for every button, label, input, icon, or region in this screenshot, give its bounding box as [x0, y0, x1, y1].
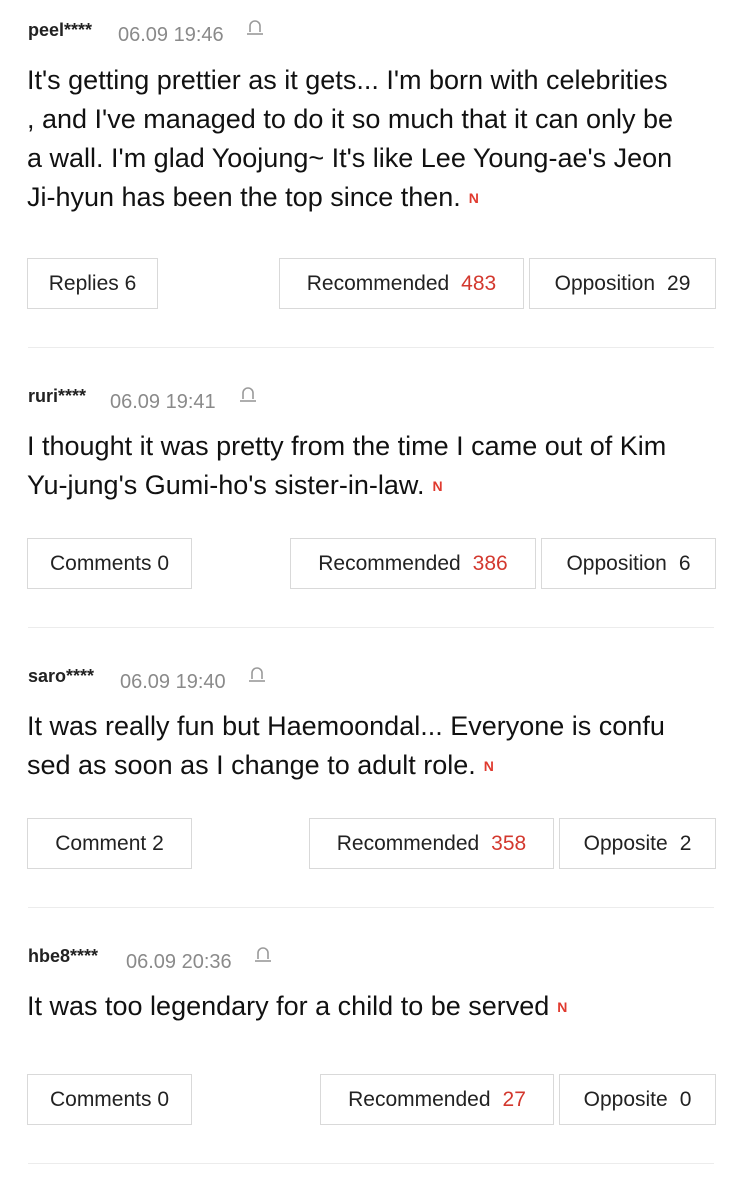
oppose-button[interactable]: Opposite 2 — [559, 818, 716, 869]
oppose-button[interactable]: Opposition 29 — [529, 258, 716, 309]
recommend-label: Recommended — [306, 271, 450, 295]
comment-author[interactable]: saro**** — [28, 666, 94, 687]
comment-line-text: It was too legendary for a child to be s… — [27, 991, 550, 1021]
comment-line: It was too legendary for a child to be s… — [27, 987, 727, 1027]
oppose-label: Opposite — [583, 831, 668, 855]
recommend-label: Recommended — [336, 831, 480, 855]
comment-line: a wall. I'm glad Yoojung~ It's like Lee … — [27, 143, 673, 173]
report-icon[interactable] — [239, 385, 257, 405]
n-badge-icon: N — [468, 190, 479, 206]
comment-line-text: Ji-hyun has been the top since then. — [27, 182, 461, 212]
recommend-label: Recommended — [318, 551, 461, 575]
recommend-count: 27 — [502, 1087, 526, 1111]
recommend-button[interactable]: Recommended 27 — [320, 1074, 554, 1125]
oppose-count: 29 — [667, 271, 691, 295]
divider — [28, 907, 714, 908]
oppose-label: Opposition — [566, 551, 667, 575]
comment-line: , and I've managed to do it so much that… — [27, 104, 674, 134]
n-badge-icon: N — [557, 999, 568, 1015]
recommend-count: 386 — [472, 551, 508, 575]
comment-line: I thought it was pretty from the time I … — [27, 431, 667, 461]
report-icon[interactable] — [254, 945, 272, 965]
recommend-label: Recommended — [348, 1087, 491, 1111]
oppose-count: 0 — [679, 1087, 692, 1111]
replies-button[interactable]: Replies 6 — [27, 258, 158, 309]
comment-author[interactable]: peel**** — [28, 20, 92, 41]
comment-text: It was really fun but Haemoondal... Ever… — [27, 707, 727, 786]
comment-line-text: sed as soon as I change to adult role. — [27, 750, 476, 780]
divider — [28, 627, 714, 628]
comment-line: It was really fun but Haemoondal... Ever… — [27, 711, 665, 741]
comment-author[interactable]: ruri**** — [28, 386, 86, 407]
comment-timestamp: 06.09 20:36 — [126, 951, 232, 973]
report-icon[interactable] — [246, 18, 264, 38]
comment-text: It's getting prettier as it gets... I'm … — [27, 61, 727, 218]
oppose-label: Opposition — [554, 271, 656, 295]
comment-timestamp: 06.09 19:40 — [120, 671, 226, 693]
comment-text: It was too legendary for a child to be s… — [27, 987, 727, 1027]
comment-line: Yu-jung's Gumi-ho's sister-in-law. N — [27, 466, 727, 506]
recommend-button[interactable]: Recommended 358 — [309, 818, 554, 869]
divider — [28, 347, 714, 348]
replies-button[interactable]: Comments 0 — [27, 538, 192, 589]
recommend-button[interactable]: Recommended 386 — [290, 538, 536, 589]
oppose-label: Opposite — [583, 1087, 668, 1111]
comment-line-text: Yu-jung's Gumi-ho's sister-in-law. — [27, 470, 425, 500]
oppose-button[interactable]: Opposition 6 — [541, 538, 716, 589]
n-badge-icon: N — [432, 478, 443, 494]
oppose-count: 2 — [679, 831, 692, 855]
comment-timestamp: 06.09 19:46 — [118, 24, 224, 46]
recommend-button[interactable]: Recommended 483 — [279, 258, 524, 309]
oppose-button[interactable]: Opposite 0 — [559, 1074, 716, 1125]
oppose-count: 6 — [678, 551, 691, 575]
recommend-count: 358 — [491, 831, 527, 855]
recommend-count: 483 — [461, 271, 497, 295]
comment-timestamp: 06.09 19:41 — [110, 391, 216, 413]
n-badge-icon: N — [483, 758, 494, 774]
replies-button[interactable]: Comment 2 — [27, 818, 192, 869]
divider — [28, 1163, 714, 1164]
comment-line: Ji-hyun has been the top since then. N — [27, 178, 727, 218]
comment-author[interactable]: hbe8**** — [28, 946, 98, 967]
comment-line: It's getting prettier as it gets... I'm … — [27, 65, 668, 95]
comment-line: sed as soon as I change to adult role. N — [27, 746, 727, 786]
comment-text: I thought it was pretty from the time I … — [27, 427, 727, 506]
report-icon[interactable] — [248, 665, 266, 685]
replies-button[interactable]: Comments 0 — [27, 1074, 192, 1125]
